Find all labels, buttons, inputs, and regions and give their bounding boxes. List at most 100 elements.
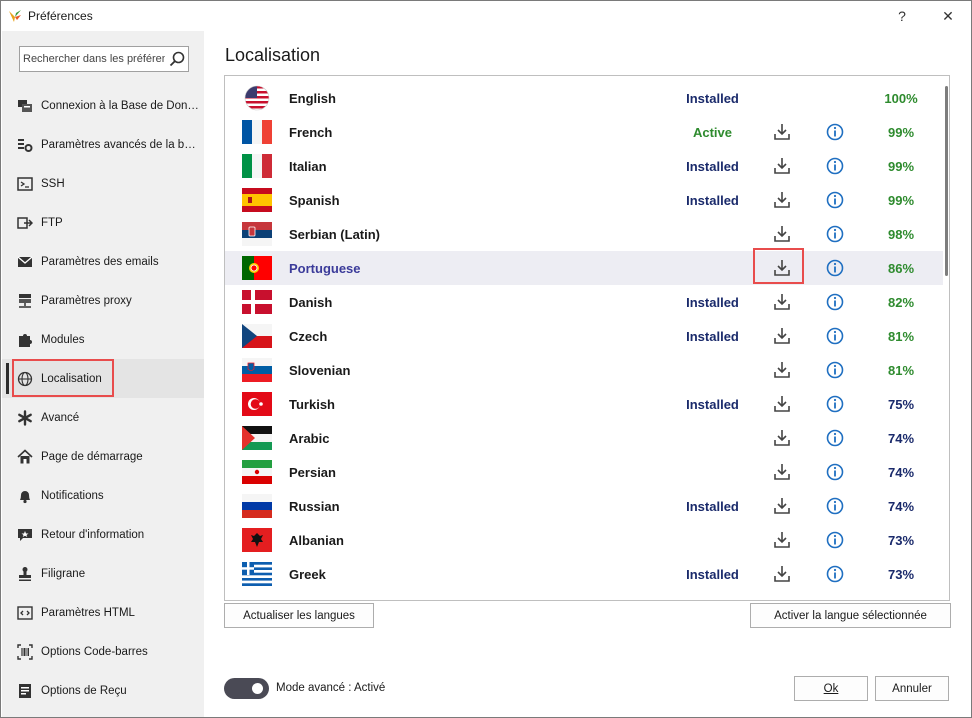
download-icon[interactable] xyxy=(772,564,792,584)
download-icon[interactable] xyxy=(772,530,792,550)
asterisk-icon xyxy=(15,408,35,428)
language-name: Albanian xyxy=(289,533,344,548)
cancel-button[interactable]: Annuler xyxy=(875,676,949,701)
download-icon[interactable] xyxy=(772,496,792,516)
download-icon[interactable] xyxy=(772,292,792,312)
info-icon[interactable] xyxy=(825,360,845,380)
info-icon[interactable] xyxy=(825,496,845,516)
translation-percent: 73% xyxy=(887,567,915,582)
advanced-mode-toggle[interactable] xyxy=(224,678,269,699)
flag-rs-icon xyxy=(242,221,272,247)
translation-percent: 75% xyxy=(887,397,915,412)
language-row[interactable]: Spanish Installed 99% xyxy=(225,183,943,217)
sidebar-item-parametres-des-emails[interactable]: Paramètres des emails xyxy=(2,242,204,281)
language-row[interactable]: Persian 74% xyxy=(225,455,943,489)
info-icon[interactable] xyxy=(825,122,845,142)
info-icon[interactable] xyxy=(825,530,845,550)
database-settings-icon xyxy=(15,135,35,155)
translation-percent: 100% xyxy=(884,91,918,106)
search-input[interactable] xyxy=(23,51,165,67)
sidebar-item-parametres-proxy[interactable]: Paramètres proxy xyxy=(2,281,204,320)
sidebar-item-label: Localisation xyxy=(41,372,102,385)
download-icon[interactable] xyxy=(772,428,792,448)
search-icon[interactable] xyxy=(168,50,186,68)
download-icon[interactable] xyxy=(772,360,792,380)
language-name: Greek xyxy=(289,567,326,582)
sidebar-item-page-de-demarrage[interactable]: Page de démarrage xyxy=(2,437,204,476)
language-row[interactable]: Danish Installed 82% xyxy=(225,285,943,319)
info-icon[interactable] xyxy=(825,292,845,312)
language-row[interactable]: English Installed 100% xyxy=(225,81,943,115)
ok-button[interactable]: Ok xyxy=(794,676,868,701)
scrollbar-thumb[interactable] xyxy=(945,86,948,276)
info-icon[interactable] xyxy=(825,326,845,346)
sidebar-item-notifications[interactable]: Notifications xyxy=(2,476,204,515)
language-row[interactable]: Serbian (Latin) 98% xyxy=(225,217,943,251)
language-row[interactable]: Portuguese 86% xyxy=(225,251,943,285)
download-icon[interactable] xyxy=(772,326,792,346)
sidebar-item-filigrane[interactable]: Filigrane xyxy=(2,554,204,593)
info-icon[interactable] xyxy=(825,156,845,176)
sidebar-item-ssh[interactable]: SSH xyxy=(2,164,204,203)
puzzle-icon xyxy=(15,330,35,350)
translation-percent: 73% xyxy=(887,533,915,548)
sidebar-item-label: SSH xyxy=(41,177,65,190)
download-icon[interactable] xyxy=(772,190,792,210)
download-icon[interactable] xyxy=(772,156,792,176)
language-status: Installed xyxy=(686,295,739,310)
scrollbar[interactable] xyxy=(943,76,949,600)
language-name: Persian xyxy=(289,465,336,480)
info-icon[interactable] xyxy=(825,224,845,244)
language-row[interactable]: Russian Installed 74% xyxy=(225,489,943,523)
sidebar-item-ftp[interactable]: FTP xyxy=(2,203,204,242)
sidebar-item-label: Paramètres avancés de la base de données xyxy=(41,138,201,151)
sidebar-item-label: Options Code-barres xyxy=(41,645,148,658)
download-icon[interactable] xyxy=(772,462,792,482)
receipt-icon xyxy=(15,681,35,701)
download-icon[interactable] xyxy=(772,224,792,244)
language-row[interactable]: Turkish Installed 75% xyxy=(225,387,943,421)
update-languages-button[interactable]: Actualiser les langues xyxy=(224,603,374,628)
download-icon[interactable] xyxy=(772,394,792,414)
info-icon[interactable] xyxy=(825,190,845,210)
activate-language-button[interactable]: Activer la langue sélectionnée xyxy=(750,603,951,628)
sidebar-item-options-de-recu[interactable]: Options de Reçu xyxy=(2,671,204,710)
sidebar-item-parametres-html[interactable]: Paramètres HTML xyxy=(2,593,204,632)
sidebar-item-connexion-a-la-base-de-donnees[interactable]: Connexion à la Base de Données xyxy=(2,86,204,125)
sidebar-item-retour-d-information[interactable]: Retour d'information xyxy=(2,515,204,554)
language-row[interactable]: Czech Installed 81% xyxy=(225,319,943,353)
language-name: Slovenian xyxy=(289,363,351,378)
sidebar-item-avance[interactable]: Avancé xyxy=(2,398,204,437)
stamp-icon xyxy=(15,564,35,584)
sidebar-item-parametres-avances-de-la-base-de-donnees[interactable]: Paramètres avancés de la base de données xyxy=(2,125,204,164)
info-icon[interactable] xyxy=(825,462,845,482)
language-row[interactable]: French Active 99% xyxy=(225,115,943,149)
language-status: Installed xyxy=(686,193,739,208)
database-icon xyxy=(15,96,35,116)
sidebar-item-localisation[interactable]: Localisation xyxy=(2,359,204,398)
download-icon[interactable] xyxy=(772,122,792,142)
language-status: Installed xyxy=(686,159,739,174)
language-row[interactable]: Greek Installed 73% xyxy=(225,557,943,591)
globe-icon xyxy=(15,369,35,389)
help-button[interactable]: ? xyxy=(879,1,925,31)
sidebar-item-options-code-barres[interactable]: Options Code-barres xyxy=(2,632,204,671)
language-row[interactable]: Albanian 73% xyxy=(225,523,943,557)
flag-ir-icon xyxy=(242,459,272,485)
sidebar-item-label: Avancé xyxy=(41,411,80,424)
info-icon[interactable] xyxy=(825,428,845,448)
close-button[interactable]: ✕ xyxy=(925,1,971,31)
page-title: Localisation xyxy=(225,45,321,65)
language-row[interactable]: Arabic 74% xyxy=(225,421,943,455)
language-row[interactable]: Slovenian 81% xyxy=(225,353,943,387)
info-icon[interactable] xyxy=(825,258,845,278)
info-icon[interactable] xyxy=(825,394,845,414)
language-row[interactable]: Italian Installed 99% xyxy=(225,149,943,183)
info-icon[interactable] xyxy=(825,564,845,584)
sidebar-nav: Connexion à la Base de Données Paramètres… xyxy=(2,86,204,710)
translation-percent: 99% xyxy=(887,125,915,140)
download-icon[interactable] xyxy=(772,258,792,278)
flag-si-icon xyxy=(242,357,272,383)
flag-pt-icon xyxy=(242,255,272,281)
sidebar-item-modules[interactable]: Modules xyxy=(2,320,204,359)
